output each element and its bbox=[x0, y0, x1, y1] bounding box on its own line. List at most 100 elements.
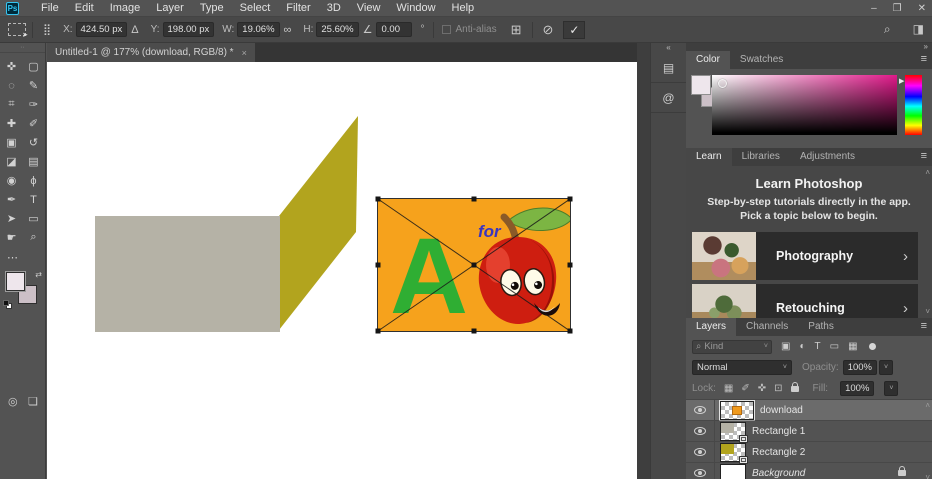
path-selection-tool[interactable]: ➤ bbox=[1, 209, 23, 228]
lock-transparency-icon[interactable]: ▦ bbox=[724, 383, 733, 394]
lasso-tool[interactable]: ◌ bbox=[1, 76, 23, 95]
free-transform-bounding-box[interactable] bbox=[375, 196, 573, 334]
edit-toolbar-icon[interactable]: ⋯ bbox=[7, 251, 45, 264]
foreground-color-swatch[interactable] bbox=[691, 75, 711, 95]
foreground-color-swatch[interactable] bbox=[5, 271, 26, 292]
scroll-up-icon[interactable]: ˄ bbox=[925, 401, 930, 410]
scroll-up-icon[interactable]: ˄ bbox=[925, 168, 930, 177]
filter-toggle-icon[interactable] bbox=[868, 343, 876, 350]
relative-position-icon[interactable]: Δ bbox=[131, 24, 138, 36]
layer-row-rectangle-1[interactable]: Rectangle 1 bbox=[686, 420, 932, 443]
tab-libraries[interactable]: Libraries bbox=[732, 148, 790, 166]
comments-panel-icon[interactable]: @ bbox=[651, 83, 686, 113]
angle-input[interactable]: 0.00 bbox=[376, 22, 413, 37]
menu-help[interactable]: Help bbox=[444, 0, 483, 17]
tab-paths[interactable]: Paths bbox=[798, 318, 844, 336]
link-dimensions-icon[interactable]: ∞ bbox=[284, 24, 292, 36]
lock-position-icon[interactable]: ✜ bbox=[758, 383, 766, 394]
menu-image[interactable]: Image bbox=[102, 0, 149, 17]
visibility-eye-icon[interactable] bbox=[694, 448, 706, 456]
layer-row-download[interactable]: download ˄ bbox=[686, 399, 932, 421]
tab-swatches[interactable]: Swatches bbox=[730, 51, 793, 69]
blend-mode-select[interactable]: Normal ˅ bbox=[692, 360, 792, 375]
history-panel-icon[interactable]: ▤ bbox=[651, 53, 686, 83]
tab-layers[interactable]: Layers bbox=[686, 318, 737, 336]
filter-kind-select[interactable]: ⌕ Kind ˅ bbox=[692, 339, 772, 354]
color-panel-menu-icon[interactable]: ≡ bbox=[921, 53, 927, 65]
layer-thumbnail[interactable] bbox=[720, 463, 746, 479]
zoom-tool[interactable]: ⌕ bbox=[23, 228, 45, 247]
menu-window[interactable]: Window bbox=[388, 0, 443, 17]
history-brush-tool[interactable]: ↺ bbox=[23, 133, 45, 152]
screen-mode-icon[interactable]: ❏ bbox=[28, 395, 38, 408]
default-colors-icon[interactable] bbox=[3, 300, 12, 309]
tab-color[interactable]: Color bbox=[686, 51, 730, 69]
opacity-dropdown-icon[interactable]: ˅ bbox=[879, 360, 893, 375]
rectangle-shape-tool[interactable]: ▭ bbox=[23, 209, 45, 228]
warp-mode-icon[interactable]: ⊞ bbox=[511, 22, 522, 38]
gradient-tool[interactable]: ▤ bbox=[23, 152, 45, 171]
collapse-dock-icon[interactable]: » bbox=[924, 42, 928, 51]
filter-type-layers-icon[interactable]: T bbox=[815, 341, 821, 352]
menu-select[interactable]: Select bbox=[232, 0, 279, 17]
width-input[interactable]: 19.06% bbox=[237, 22, 280, 37]
hand-tool[interactable]: ☛ bbox=[1, 228, 23, 247]
cancel-transform-icon[interactable]: ⊘ bbox=[543, 22, 554, 38]
layer-thumbnail[interactable] bbox=[719, 399, 755, 421]
document-tab[interactable]: Untitled-1 @ 177% (download, RGB/8) * × bbox=[47, 43, 255, 62]
layer-row-rectangle-2[interactable]: Rectangle 2 bbox=[686, 441, 932, 464]
visibility-eye-icon[interactable] bbox=[694, 469, 706, 477]
color-picker-circle[interactable] bbox=[718, 79, 727, 88]
swap-colors-icon[interactable]: ⇄ bbox=[35, 270, 42, 279]
minimize-button[interactable]: – bbox=[871, 0, 877, 17]
visibility-eye-icon[interactable] bbox=[694, 427, 706, 435]
commit-transform-icon[interactable]: ✓ bbox=[563, 20, 586, 39]
menu-type[interactable]: Type bbox=[192, 0, 232, 17]
lock-pixels-icon[interactable]: ✐ bbox=[741, 383, 749, 394]
search-icon[interactable]: ⌕ bbox=[884, 22, 891, 37]
quick-selection-tool[interactable]: ✎ bbox=[23, 76, 45, 95]
anti-alias-checkbox[interactable] bbox=[442, 25, 452, 34]
transform-handle-middle-right[interactable] bbox=[567, 262, 573, 268]
hue-slider-arrow[interactable]: ▶ bbox=[899, 77, 904, 85]
move-tool[interactable]: ✜ bbox=[1, 57, 23, 76]
scroll-down-icon[interactable]: ˅ bbox=[925, 307, 930, 316]
layer-row-background[interactable]: Background ˅ bbox=[686, 462, 932, 479]
transform-handle-top-center[interactable] bbox=[471, 196, 477, 202]
crop-tool[interactable]: ⌗ bbox=[1, 95, 23, 114]
visibility-eye-icon[interactable] bbox=[694, 406, 706, 414]
menu-3d[interactable]: 3D bbox=[319, 0, 349, 17]
menu-view[interactable]: View bbox=[349, 0, 389, 17]
tab-adjustments[interactable]: Adjustments bbox=[790, 148, 865, 166]
opacity-input[interactable]: 100% bbox=[842, 360, 877, 375]
transform-handle-bottom-center[interactable] bbox=[471, 328, 477, 334]
learn-card-photography[interactable]: Photography › bbox=[692, 232, 918, 280]
blur-tool[interactable]: ◉ bbox=[1, 171, 23, 190]
document-tab-close-icon[interactable]: × bbox=[242, 48, 247, 58]
saturation-brightness-field[interactable] bbox=[712, 75, 897, 135]
transform-handle-top-left[interactable] bbox=[375, 196, 381, 202]
reference-point-icon[interactable]: ⣿ bbox=[43, 23, 51, 36]
brush-tool[interactable]: ✐ bbox=[23, 114, 45, 133]
eraser-tool[interactable]: ◪ bbox=[1, 152, 23, 171]
menu-file[interactable]: File bbox=[33, 0, 67, 17]
type-tool[interactable]: T bbox=[23, 190, 45, 209]
scroll-down-icon[interactable]: ˅ bbox=[925, 473, 930, 479]
learn-card-retouching[interactable]: Retouching › bbox=[692, 284, 918, 318]
fill-dropdown-icon[interactable]: ˅ bbox=[884, 381, 899, 396]
menu-edit[interactable]: Edit bbox=[67, 0, 102, 17]
hue-slider[interactable] bbox=[905, 75, 922, 135]
clone-stamp-tool[interactable]: ▣ bbox=[1, 133, 23, 152]
menu-filter[interactable]: Filter bbox=[278, 0, 318, 17]
lock-artboard-icon[interactable]: ⊡ bbox=[774, 383, 782, 394]
toolbar-grip[interactable]: ·· bbox=[0, 43, 45, 53]
close-button[interactable]: ✕ bbox=[918, 0, 926, 17]
filter-adjustment-layers-icon[interactable]: ◐ bbox=[799, 341, 805, 352]
tab-channels[interactable]: Channels bbox=[736, 318, 798, 336]
transform-handle-bottom-right[interactable] bbox=[567, 328, 573, 334]
lock-all-icon[interactable] bbox=[790, 381, 799, 392]
pen-tool[interactable]: ✒ bbox=[1, 190, 23, 209]
fill-input[interactable]: 100% bbox=[840, 381, 875, 396]
filter-smart-objects-icon[interactable]: ▦ bbox=[848, 341, 857, 352]
eyedropper-tool[interactable]: ✑ bbox=[23, 95, 45, 114]
